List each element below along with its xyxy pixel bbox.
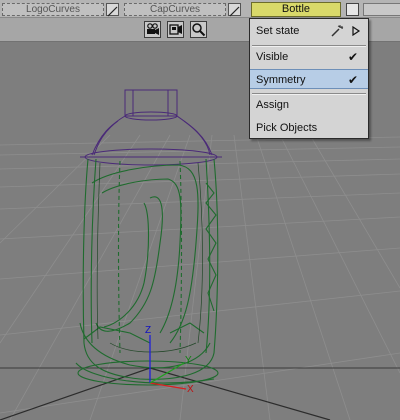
layer-bar: LogoCurves CapCurves Bottle [0, 0, 400, 18]
menu-item-label: Symmetry [256, 74, 306, 86]
axis-y-label: Y [185, 355, 192, 366]
menu-item-label: Assign [256, 99, 290, 111]
check-icon: ✔ [347, 50, 358, 64]
ground-grid [0, 134, 400, 420]
active-layer-label: Bottle [281, 3, 311, 15]
layer-tab-bottle[interactable]: Bottle [251, 2, 341, 17]
menu-item-label: Visible [256, 51, 289, 63]
check-icon: ✔ [347, 73, 358, 87]
menu-item-visible[interactable]: Visible ✔ [250, 47, 368, 67]
zoom-icon [192, 23, 206, 37]
axis-z-label: Z [145, 325, 151, 336]
film-camera-icon [169, 24, 182, 35]
film-camera-button[interactable] [167, 21, 184, 38]
zoom-button[interactable] [190, 21, 207, 38]
menu-item-set-state[interactable]: Set state [250, 21, 368, 41]
layer-tab-label: LogoCurves [26, 4, 80, 15]
axis-line [149, 367, 331, 420]
magic-wand-icon [331, 25, 344, 37]
menu-item-label: Pick Objects [256, 122, 318, 134]
menu-item-pick-objects[interactable]: Pick Objects [250, 118, 368, 138]
camera-button[interactable] [144, 21, 161, 38]
menu-item-symmetry[interactable]: Symmetry ✔ [250, 69, 368, 89]
layer-visibility-toggle-icon[interactable] [106, 3, 119, 17]
menu-item-label: Set state [256, 25, 300, 37]
submenu-arrow-icon [352, 26, 361, 36]
layer-tab-empty[interactable] [363, 3, 400, 16]
layer-tab-label: CapCurves [149, 4, 201, 15]
layer-tab-capcurves[interactable]: CapCurves [124, 3, 226, 16]
layer-checkbox[interactable] [346, 3, 359, 16]
menu-item-assign[interactable]: Assign [250, 95, 368, 115]
layer-visibility-toggle-icon[interactable] [228, 3, 241, 17]
camera-icon [147, 23, 159, 35]
axis-x-label: X [187, 384, 194, 395]
layer-context-menu: Set state Visible ✔ Symmetry ✔ Assign Pi… [249, 18, 369, 139]
layer-tab-logocurves[interactable]: LogoCurves [2, 3, 104, 16]
